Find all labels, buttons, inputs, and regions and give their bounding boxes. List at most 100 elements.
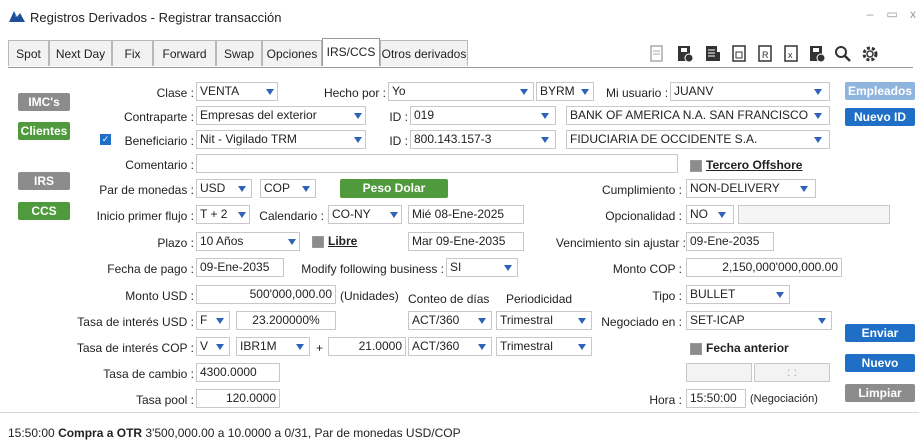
mi-usuario-select[interactable]: JUANV [670,82,830,101]
plazo-select[interactable]: 10 Años [196,232,300,251]
svg-text:R: R [762,50,769,60]
comentario-input[interactable] [196,154,678,173]
tasa-cambio-field[interactable]: 4300.0000 [196,363,280,382]
id1-select[interactable]: 019 [410,106,556,125]
inicio-label: Inicio primer flujo : [96,209,194,223]
excel-icon[interactable]: x [782,44,800,64]
chevron-down-icon [354,113,362,119]
peso-dolar-button[interactable]: Peso Dolar [340,179,448,198]
opcionalidad-extra-field[interactable] [738,205,890,224]
chevron-down-icon [818,318,826,324]
tab-irs-ccs[interactable]: IRS/CCS [322,38,380,66]
beneficiario-select[interactable]: Nit - Vigilado TRM [196,130,366,149]
chevron-down-icon [581,89,589,95]
search-icon[interactable] [834,44,852,64]
id2-label: ID : [389,134,408,148]
negociado-select[interactable]: SET-ICAP [686,311,832,330]
inicio-fecha-field[interactable]: Mié 08-Ene-2025 [408,205,524,224]
nuevo-button[interactable]: Nuevo [845,354,915,372]
vencimiento-field[interactable]: 09-Ene-2035 [686,232,774,251]
tipo-select[interactable]: BULLET [686,285,790,304]
document-icon[interactable] [648,44,666,64]
hora-field[interactable]: 15:50:00 [686,389,746,408]
chevron-down-icon [238,186,246,192]
libre-checkbox[interactable] [312,236,324,248]
tasa-cop-tipo-select[interactable]: V [196,337,230,356]
id1-label: ID : [389,110,408,124]
contraparte-label: Contraparte : [123,110,194,124]
chevron-down-icon [520,89,528,95]
tab-swap[interactable]: Swap [216,40,262,66]
calendario-label: Calendario : [259,209,324,223]
beneficiario-name-select[interactable]: FIDUCIARIA DE OCCIDENTE S.A. [566,130,830,149]
chevron-down-icon [504,265,512,271]
chevron-down-icon [216,344,224,350]
periodicidad-header: Periodicidad [506,292,573,306]
status-separator [0,412,919,413]
list-icon[interactable] [704,44,722,64]
cumplimiento-label: Cumplimiento : [601,183,682,197]
fecha-anterior-checkbox[interactable] [690,343,702,355]
status-bold-text: Compra a OTR [58,426,143,440]
tab-otros-derivados[interactable]: Otros derivados [380,40,468,66]
r-icon[interactable]: R [756,44,774,64]
report-icon[interactable] [730,44,748,64]
chevron-down-icon [478,318,486,324]
cumplimiento-select[interactable]: NON-DELIVERY [686,179,816,198]
plazo-label: Plazo : [157,236,194,250]
status-bar: 15:50:00 Compra a OTR 3'500,000.00 a 10.… [8,426,461,440]
id2-select[interactable]: 800.143.157-3 [410,130,556,149]
tab-fix[interactable]: Fix [112,40,153,66]
enviar-button[interactable]: Enviar [845,324,915,342]
nuevo-id-button[interactable]: Nuevo ID [845,108,915,126]
tasa-pool-field[interactable]: 120.0000 [196,389,280,408]
chevron-down-icon [266,89,274,95]
app-logo-icon [9,11,25,22]
negociacion-label: (Negociación) [750,393,818,405]
tasa-cop-spread-field[interactable]: 21.0000 [328,337,406,356]
tasa-usd-tipo-select[interactable]: F [196,311,230,330]
tipo-label: Tipo : [652,289,682,303]
monto-cop-field[interactable]: 2,150,000'000,000.00 [686,258,842,277]
tercero-offshore-checkbox[interactable] [690,160,702,172]
close-button[interactable]: x [905,6,919,22]
ccs-button[interactable]: CCS [18,202,70,220]
contraparte-name-select[interactable]: BANK OF AMERICA N.A. SAN FRANCISCO [566,106,830,125]
contraparte-select[interactable]: Empresas del exterior [196,106,366,125]
chevron-down-icon [718,212,726,218]
tab-spot[interactable]: Spot [8,40,49,66]
chevron-down-icon [288,239,296,245]
chevron-down-icon [541,137,549,143]
unidades-label: (Unidades) [340,289,399,303]
tab-forward[interactable]: Forward [153,40,216,66]
clientes-button[interactable]: Clientes [18,122,70,140]
chevron-down-icon [578,344,586,350]
hecho-por-select[interactable]: Yo [388,82,534,101]
opcionalidad-select[interactable]: NO [686,205,734,224]
monto-usd-field[interactable]: 500'000,000.00 [196,285,336,304]
libre-label: Libre [328,234,358,248]
minimize-button[interactable]: – [862,6,878,22]
hora-label: Hora : [649,393,682,407]
monto-cop-label: Monto COP : [612,262,682,276]
tasa-usd-field[interactable]: 23.200000% [236,311,336,330]
save-icon[interactable] [676,44,694,64]
plazo-fecha-field[interactable]: Mar 09-Ene-2035 [408,232,524,251]
hecho-por-label: Hecho por : [323,86,386,100]
imcs-button[interactable]: IMC's [18,93,70,111]
tab-opciones[interactable]: Opciones [262,40,322,66]
limpiar-button[interactable]: Limpiar [845,384,915,402]
empleados-button[interactable]: Empleados [845,82,915,100]
chevron-down-icon [541,113,549,119]
fecha-pago-field[interactable]: 09-Ene-2035 [196,258,284,277]
fecha-anterior-date-field[interactable] [686,363,752,382]
window-titlebar: Registros Derivados - Registrar transacc… [0,0,919,34]
fecha-anterior-time-field[interactable]: : : [754,363,830,382]
gear-icon[interactable] [860,44,880,64]
maximize-button[interactable]: ▭ [884,6,900,22]
tab-next-day[interactable]: Next Day [49,40,112,66]
beneficiario-checkbox[interactable]: ✓ [100,134,111,145]
save-alt-icon[interactable] [808,44,826,64]
irs-button[interactable]: IRS [18,172,70,190]
svg-text:x: x [788,50,793,60]
